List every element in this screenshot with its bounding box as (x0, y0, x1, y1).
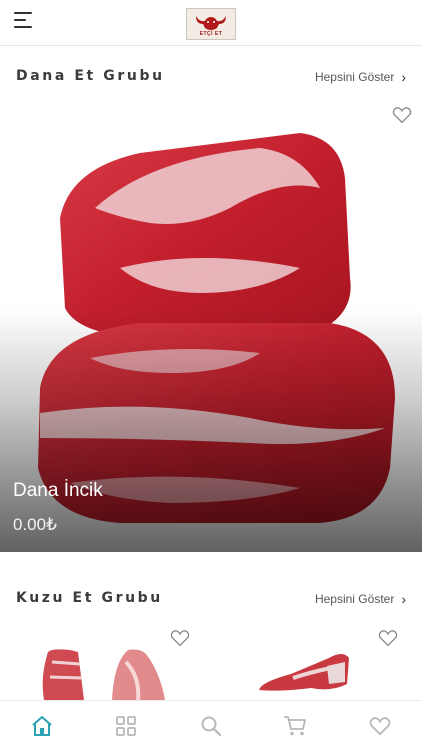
section-header-dana: Dana Et Grubu Hepsini Göster › (0, 62, 422, 92)
product-card[interactable] (211, 622, 422, 700)
tab-favorites[interactable] (367, 713, 393, 739)
tab-search[interactable] (198, 713, 224, 739)
tab-home[interactable] (29, 713, 55, 739)
heart-icon (369, 717, 391, 736)
hamburger-menu-icon[interactable] (14, 12, 38, 34)
chevron-right-icon: › (401, 69, 406, 85)
bull-icon (196, 15, 226, 30)
heart-icon[interactable] (392, 106, 412, 124)
tab-categories[interactable] (113, 713, 139, 739)
home-icon (32, 716, 52, 736)
see-all-link[interactable]: Hepsini Göster › (315, 70, 406, 84)
bottom-tab-bar (0, 700, 422, 750)
tab-cart[interactable] (282, 713, 308, 739)
image-overlay (0, 307, 422, 552)
see-all-label: Hepsini Göster (314, 592, 395, 606)
see-all-link[interactable]: Hepsini Göster › (315, 592, 406, 606)
product-name: Dana İncik (13, 480, 103, 501)
section-header-kuzu: Kuzu Et Grubu Hepsini Göster › (0, 584, 422, 614)
app-header: ETÇİ ET (0, 0, 422, 46)
grid-icon (116, 716, 136, 736)
brand-logo: ETÇİ ET (186, 8, 236, 40)
logo-text: ETÇİ ET (199, 30, 223, 37)
product-card[interactable] (0, 622, 205, 700)
section-title: Kuzu Et Grubu (16, 590, 163, 606)
featured-product-card[interactable]: Dana İncik 0.00₺ (0, 98, 422, 552)
section-title: Dana Et Grubu (16, 68, 165, 84)
product-price: 0.00₺ (13, 515, 57, 534)
product-row (0, 622, 422, 700)
search-icon (201, 716, 222, 737)
see-all-label: Hepsini Göster (314, 70, 395, 84)
chevron-right-icon: › (401, 591, 406, 607)
heart-icon[interactable] (170, 629, 190, 647)
heart-icon[interactable] (378, 629, 398, 647)
cart-icon (284, 716, 306, 736)
